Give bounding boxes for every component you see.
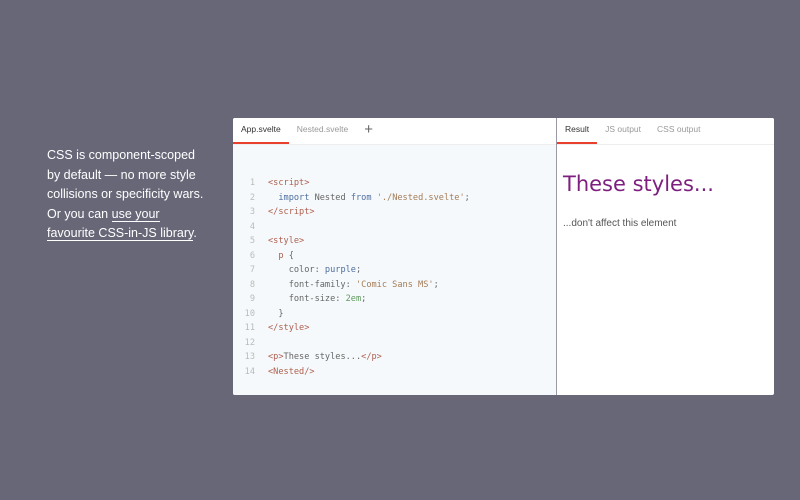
code-token: </script> <box>268 207 315 218</box>
line-number: 6 <box>249 250 255 261</box>
code-line: 2 import Nested from './Nested.svelte'; <box>233 191 556 206</box>
code-token: purple <box>324 265 356 276</box>
code-token: <style> <box>268 236 305 247</box>
result-view: These styles... ...don't affect this ele… <box>557 145 774 229</box>
line-number: 14 <box>244 366 255 377</box>
line-number: 10 <box>244 308 255 319</box>
line-number: 8 <box>249 279 255 290</box>
code-token: <script> <box>268 178 310 189</box>
code-token: ; <box>433 279 439 290</box>
code-line: 10 } <box>233 307 556 322</box>
repl-window: App.svelte Nested.svelte + 1 <script> 2 im… <box>233 118 774 395</box>
result-paragraph: ...don't affect this element <box>563 218 677 229</box>
line-number: 7 <box>249 265 255 276</box>
code-token: <Nested/> <box>268 366 315 377</box>
tab-js-output[interactable]: JS output <box>597 118 649 144</box>
code-line: 6 p { <box>233 249 556 264</box>
code-line: 13 <p> These styles... </p> <box>233 350 556 365</box>
code-token: 2em <box>345 294 362 305</box>
code-line: 12 <box>233 336 556 351</box>
line-number: 9 <box>249 294 255 305</box>
code-token: import <box>278 192 310 203</box>
code-token: } <box>268 308 284 319</box>
editor-pane: App.svelte Nested.svelte + 1 <script> 2 im… <box>233 118 557 395</box>
result-heading: These styles... <box>563 172 714 196</box>
line-number: 5 <box>249 236 255 247</box>
code-token: font-size: <box>268 294 346 305</box>
file-tabs: App.svelte Nested.svelte + <box>233 118 556 145</box>
code-token: font-family: <box>268 279 356 290</box>
code-line: 3 </script> <box>233 205 556 220</box>
code-token: <p> <box>268 352 284 363</box>
line-number: 12 <box>244 337 255 348</box>
code-editor[interactable]: 1 <script> 2 import Nested from './Nested.… <box>233 145 556 395</box>
code-line: 8 font-family: 'Comic Sans MS'; <box>233 278 556 293</box>
code-token: </style> <box>268 323 310 334</box>
line-number: 1 <box>249 178 255 189</box>
code-line: 9 font-size: 2em; <box>233 292 556 307</box>
code-token: Nested <box>309 192 351 203</box>
code-token: './Nested.svelte' <box>371 192 465 203</box>
code-token: { <box>283 250 294 261</box>
code-line: 11 </style> <box>233 321 556 336</box>
tab-result[interactable]: Result <box>557 118 598 144</box>
code-token: </p> <box>361 352 382 363</box>
code-line: 14 <Nested/> <box>233 365 556 380</box>
output-tabs: Result JS output CSS output <box>557 118 774 145</box>
code-token: ; <box>464 192 470 203</box>
line-number: 4 <box>249 221 255 232</box>
line-number: 11 <box>244 323 255 334</box>
code-token: color: <box>268 265 325 276</box>
line-number: 13 <box>244 352 255 363</box>
line-number: 2 <box>249 192 255 203</box>
intro-end: . <box>193 226 197 240</box>
output-pane: Result JS output CSS output These styles… <box>557 118 774 395</box>
tab-nested-svelte[interactable]: Nested.svelte <box>289 118 357 144</box>
code-token: 'Comic Sans MS' <box>355 279 434 290</box>
tab-app-svelte[interactable]: App.svelte <box>233 118 289 144</box>
line-number: 3 <box>249 207 255 218</box>
tab-css-output[interactable]: CSS output <box>649 118 708 144</box>
intro-text: CSS is component-scoped by default — no … <box>47 146 207 244</box>
code-token: ; <box>361 294 367 305</box>
code-token: p <box>268 250 284 261</box>
code-line: 5 <style> <box>233 234 556 249</box>
code-token: from <box>350 192 372 203</box>
code-token: ; <box>355 265 362 276</box>
code-line: 1 <script> <box>233 176 556 191</box>
code-line: 4 <box>233 220 556 235</box>
add-file-button[interactable]: + <box>356 118 381 144</box>
code-line: 7 color: purple; <box>233 263 556 278</box>
code-token: These styles... <box>283 352 362 363</box>
